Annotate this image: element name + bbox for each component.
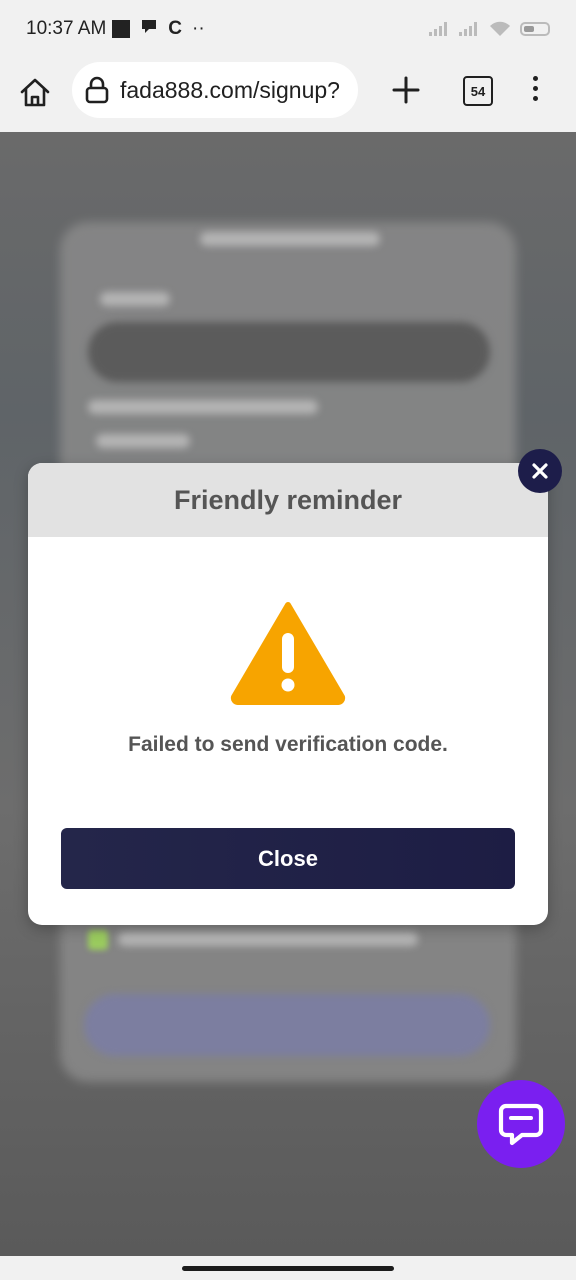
blurred-input: [88, 322, 490, 382]
signal-icon: [429, 22, 447, 36]
blurred-title: [200, 232, 380, 246]
signal-2-icon: [459, 22, 477, 36]
dialog-message: Failed to send verification code.: [128, 733, 448, 756]
browser-toolbar: fada888.com/signup? 54: [0, 58, 576, 132]
blurred-label-3: [96, 434, 190, 448]
lock-icon: [84, 76, 110, 104]
blurred-join-button: [84, 994, 490, 1056]
battery-icon: [520, 22, 550, 36]
friendly-reminder-dialog: Friendly reminder Failed to send verific…: [28, 463, 548, 925]
address-bar[interactable]: fada888.com/signup?: [72, 62, 358, 118]
tab-switcher-button[interactable]: 54: [463, 76, 493, 106]
tab-count: 54: [470, 83, 486, 99]
blurred-label: [100, 292, 170, 306]
dialog-close-x-icon[interactable]: [518, 449, 562, 493]
warning-icon: [228, 599, 348, 705]
chat-icon: [498, 1103, 544, 1146]
screen: 10:37 AM C ·· fada888.com/signup? 54 Fri…: [0, 0, 576, 1280]
wifi-icon: [490, 21, 510, 36]
home-icon[interactable]: [18, 76, 52, 110]
c-notification-icon: C: [168, 18, 183, 39]
more-notifications-icon: ··: [192, 18, 205, 39]
url-text: fada888.com/signup?: [120, 76, 340, 103]
blurred-terms: [118, 932, 418, 946]
more-menu-icon[interactable]: [526, 76, 544, 106]
system-nav-bar: [0, 1256, 576, 1280]
status-time: 10:37 AM: [26, 18, 107, 39]
close-button[interactable]: Close: [61, 828, 515, 889]
live-chat-button[interactable]: [477, 1080, 565, 1168]
status-bar: 10:37 AM C ··: [0, 0, 576, 58]
chat-bubble-notification-icon: [140, 17, 158, 41]
dialog-title: Friendly reminder: [173, 484, 403, 515]
notification-square-icon: [112, 20, 131, 38]
blurred-label-2: [88, 400, 318, 414]
new-tab-plus-icon[interactable]: [390, 74, 422, 106]
status-indicators: [428, 20, 550, 38]
blurred-checkbox: [88, 930, 108, 950]
dialog-header: Friendly reminder: [28, 463, 548, 537]
home-gesture-handle[interactable]: [182, 1266, 394, 1271]
